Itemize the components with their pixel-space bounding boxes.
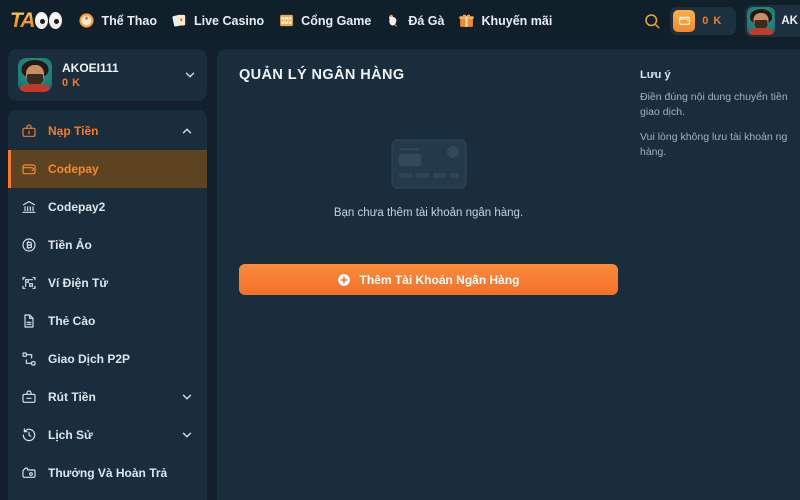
notes-panel: Lưu ý Điền đúng nội dung chuyển tiền gia…	[640, 67, 800, 500]
page-title: QUẢN LÝ NGÂN HÀNG	[239, 67, 405, 83]
nav-item-the-thao[interactable]: Thể Thao	[78, 12, 157, 29]
page-body: AKOEI111 0 K Nạp Tiền Codepay Codepay2 T…	[0, 41, 800, 500]
note-paragraph: Vui lòng không lưu tài khoản ng hàng.	[640, 130, 800, 160]
note-line: hàng.	[640, 146, 667, 158]
nav-label: Thể Thao	[101, 13, 157, 28]
notes-title: Lưu ý	[640, 69, 671, 81]
sidebar: AKOEI111 0 K Nạp Tiền Codepay Codepay2 T…	[8, 49, 207, 500]
plus-circle-icon	[338, 273, 351, 286]
sidebar-item-lich-su[interactable]: Lịch Sử	[8, 416, 207, 454]
sidebar-profile-card[interactable]: AKOEI111 0 K	[8, 49, 207, 101]
chevron-up-icon	[182, 128, 192, 134]
profile-meta: AKOEI111 0 K	[62, 61, 173, 89]
sidebar-item-tien-ao[interactable]: Tiền Ảo	[8, 226, 207, 264]
note-paragraph: Điền đúng nội dung chuyển tiền giao dịch…	[640, 90, 800, 120]
chevron-down-icon	[182, 394, 192, 400]
prepaid-card-icon	[24, 314, 34, 328]
user-menu-button[interactable]: AK	[745, 4, 800, 37]
sidebar-item-codepay[interactable]: Codepay	[8, 150, 207, 188]
avatar	[747, 6, 776, 35]
sidebar-item-rut-tien[interactable]: Rút Tiền	[8, 378, 207, 416]
sidebar-item-label: Codepay	[48, 162, 99, 176]
top-header: TA Thể Thao Live Casino Cổng Game Đá Gà …	[0, 0, 800, 41]
note-line: Điền đúng nội dung chuyển tiền	[640, 91, 788, 103]
bitcoin-icon	[22, 238, 36, 252]
sidebar-item-label: Tiền Ảo	[48, 238, 92, 252]
sidebar-item-the-cao[interactable]: Thẻ Cào	[8, 302, 207, 340]
sidebar-item-nap-tien[interactable]: Nạp Tiền	[8, 112, 207, 150]
add-bank-account-label: Thêm Tài Khoản Ngân Hàng	[359, 272, 520, 287]
note-line: giao dịch.	[640, 106, 685, 118]
chevron-down-icon	[185, 72, 195, 78]
sidebar-item-label: Nạp Tiền	[48, 124, 99, 138]
history-icon	[22, 428, 36, 442]
sidebar-item-vi-dien-tu[interactable]: Ví Điện Tử	[8, 264, 207, 302]
bank-icon	[22, 201, 36, 213]
sports-icon	[79, 13, 95, 28]
profile-username: AKOEI111	[62, 61, 119, 75]
sidebar-item-label: Thưởng Và Hoàn Trả	[48, 466, 168, 480]
avatar	[18, 58, 52, 92]
sidebar-item-label: Codepay2	[48, 200, 106, 214]
header-actions: 0 K AK	[643, 0, 800, 41]
rooster-icon	[389, 14, 398, 27]
wallet-icon	[673, 9, 696, 32]
add-bank-account-button[interactable]: Thêm Tài Khoản Ngân Hàng	[239, 264, 618, 295]
brand-logo[interactable]: TA	[8, 8, 63, 33]
gift-icon	[459, 14, 475, 27]
sidebar-menu: Nạp Tiền Codepay Codepay2 Tiền Ảo Ví Điệ…	[8, 110, 207, 500]
withdraw-icon	[22, 390, 36, 403]
slot-machine-icon	[280, 14, 294, 27]
nav-label: Cổng Game	[301, 13, 372, 28]
sidebar-item-label: Rút Tiền	[48, 390, 96, 404]
p2p-icon	[22, 352, 36, 366]
sidebar-item-thuong-va-hoan-tra[interactable]: Thưởng Và Hoàn Trả	[8, 454, 207, 492]
sidebar-item-label: Lịch Sử	[48, 428, 93, 442]
wallet-balance-button[interactable]: 0 K	[670, 6, 737, 35]
sidebar-item-giao-dich-p2p[interactable]: Giao Dịch P2P	[8, 340, 207, 378]
sidebar-item-label: Ví Điện Tử	[48, 276, 109, 290]
main-nav: Thể Thao Live Casino Cổng Game Đá Gà Khu…	[78, 12, 552, 29]
chevron-down-icon	[182, 432, 192, 438]
nav-label: Đá Gà	[408, 13, 445, 28]
sidebar-item-label: Giao Dịch P2P	[48, 352, 131, 366]
main-content: QUẢN LÝ NGÂN HÀNG Bạn chưa thêm tài khoả…	[217, 49, 800, 500]
empty-state-text: Bạn chưa thêm tài khoản ngân hàng.	[333, 207, 524, 219]
nav-item-khuyen-mai[interactable]: Khuyến mãi	[458, 12, 552, 29]
sidebar-item-label: Thẻ Cào	[48, 314, 96, 328]
nav-item-cong-game[interactable]: Cổng Game	[278, 12, 371, 29]
profile-balance: 0 K	[62, 77, 81, 89]
nav-item-live-casino[interactable]: Live Casino	[171, 12, 264, 29]
cards-icon	[172, 14, 186, 27]
nav-label: Live Casino	[194, 13, 265, 28]
bank-card-illustration	[391, 139, 466, 189]
logo-eights-icon	[35, 12, 63, 29]
qr-icon	[22, 277, 36, 289]
empty-state: Bạn chưa thêm tài khoản ngân hàng.	[239, 139, 618, 219]
user-name: AK	[781, 14, 798, 27]
search-icon[interactable]	[643, 12, 661, 30]
note-line: Vui lòng không lưu tài khoản ng	[640, 131, 788, 143]
reward-icon	[22, 467, 36, 478]
sidebar-item-codepay2[interactable]: Codepay2	[8, 188, 207, 226]
nav-item-da-ga[interactable]: Đá Gà	[385, 12, 444, 29]
wallet-icon	[22, 164, 36, 175]
bank-management-column: QUẢN LÝ NGÂN HÀNG Bạn chưa thêm tài khoả…	[217, 67, 640, 500]
deposit-icon	[22, 124, 36, 137]
nav-label: Khuyến mãi	[481, 13, 553, 28]
logo-text: TA	[10, 8, 35, 32]
wallet-amount: 0 K	[702, 14, 723, 27]
